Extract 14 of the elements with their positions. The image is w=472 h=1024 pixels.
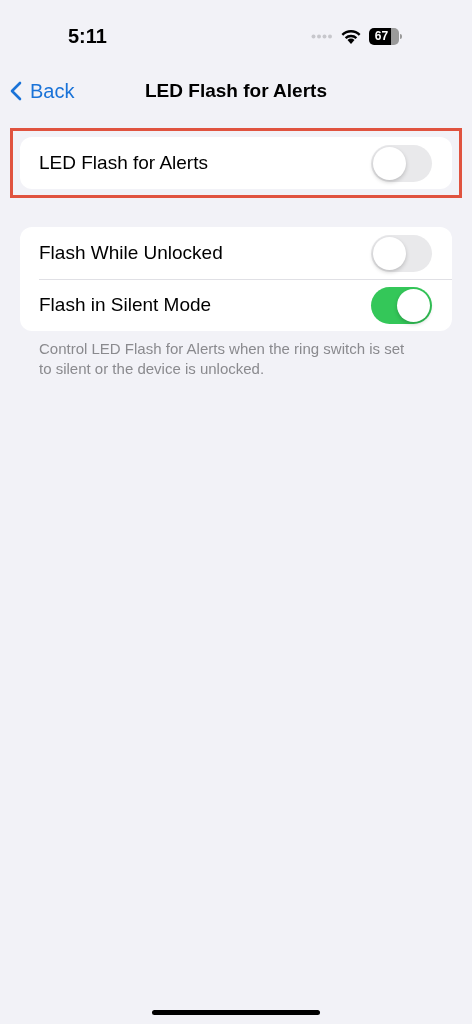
setting-label: Flash in Silent Mode xyxy=(39,293,212,318)
wifi-icon xyxy=(341,28,361,44)
signal-icon xyxy=(311,33,333,39)
footer-note: Control LED Flash for Alerts when the ring switch is set to silent or the device is unlocked. xyxy=(39,339,406,379)
toggle-switch[interactable] xyxy=(371,234,432,272)
battery-icon: 67 xyxy=(369,27,402,45)
status-time: 5:11 xyxy=(68,24,107,49)
chevron-left-icon xyxy=(10,81,22,101)
toggle-switch[interactable] xyxy=(371,287,432,324)
toggle-switch[interactable] xyxy=(371,144,432,182)
setting-label: Flash While Unlocked xyxy=(39,240,223,265)
back-button[interactable]: Back xyxy=(10,76,75,106)
setting-label: LED Flash for Alerts xyxy=(39,150,208,175)
nav-title: LED Flash for Alerts xyxy=(145,78,327,103)
